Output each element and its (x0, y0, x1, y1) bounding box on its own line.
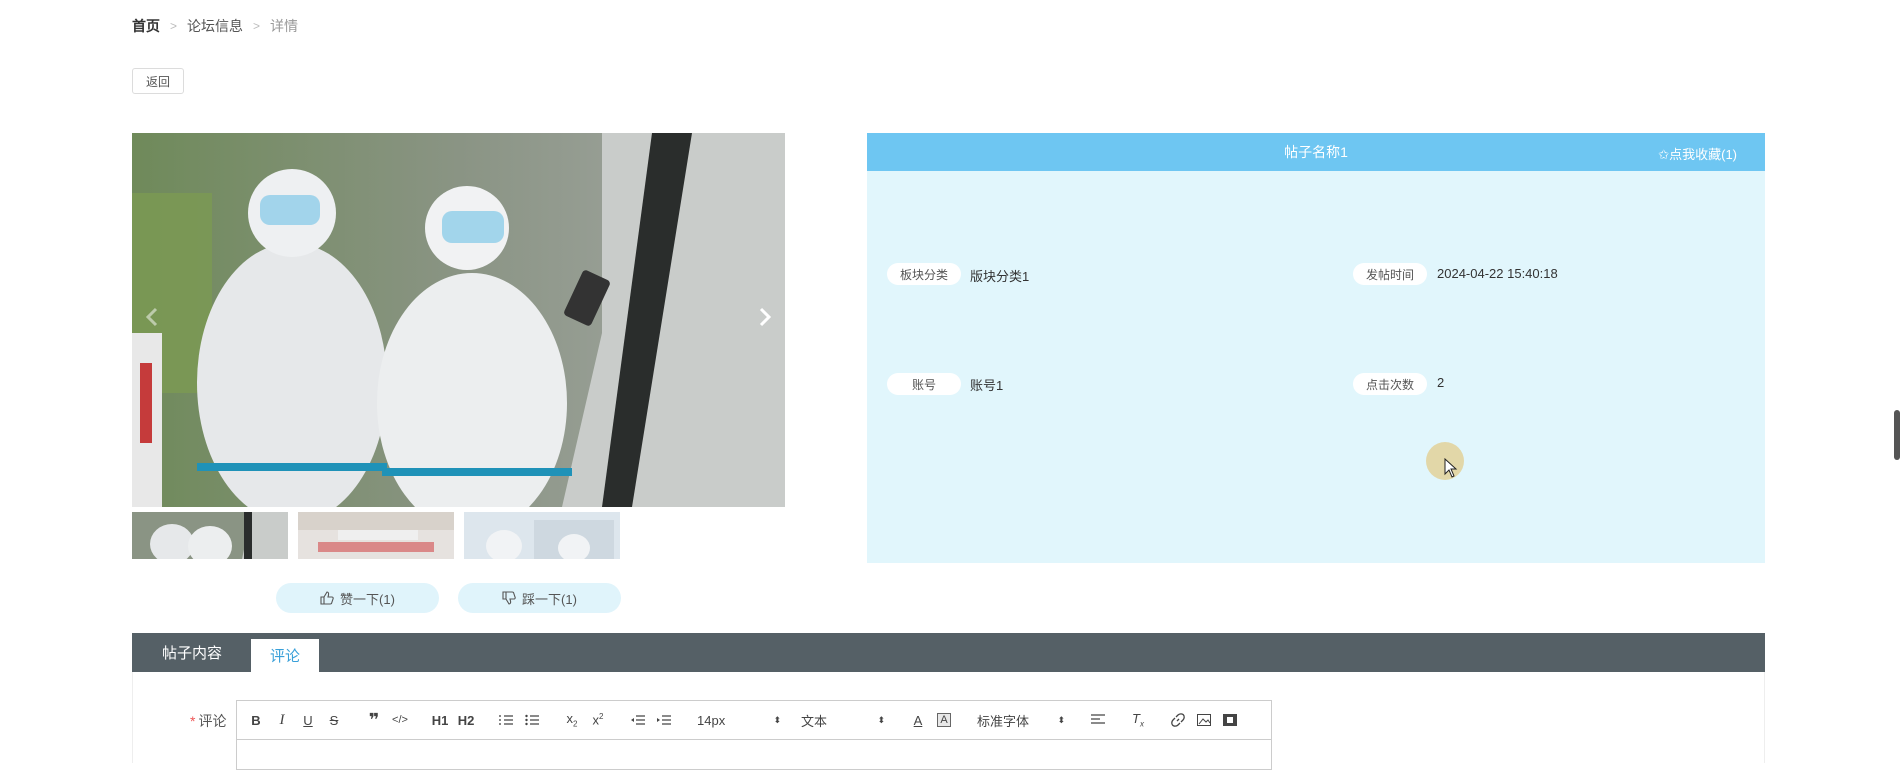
superscript-button[interactable]: x2 (585, 706, 611, 734)
carousel-thumbnails (132, 512, 620, 559)
panel-header: 帖子名称1 ✩点我收藏(1) (867, 133, 1765, 171)
thumbnail-image (464, 512, 620, 559)
clear-format-button[interactable]: Tx (1125, 706, 1151, 734)
outdent-button[interactable] (625, 706, 651, 734)
blockquote-button[interactable]: ❞ (361, 706, 387, 734)
like-label: 赞一下(1) (340, 591, 395, 607)
dislike-button[interactable]: 踩一下(1) (458, 583, 621, 613)
comment-field-label: * 评论 (190, 713, 227, 729)
font-color-button[interactable]: A (905, 706, 931, 734)
category-label: 板块分类 (887, 263, 961, 285)
select-arrows-icon: ⬍ (1057, 714, 1065, 725)
video-button[interactable] (1217, 706, 1243, 734)
chevron-left-icon (145, 307, 158, 327)
breadcrumb-home[interactable]: 首页 (132, 16, 160, 36)
align-left-icon (1091, 714, 1105, 724)
heading-2-icon: H2 (457, 712, 475, 728)
account-label: 账号 (887, 373, 961, 395)
image-button[interactable] (1191, 706, 1217, 734)
subscript-button[interactable]: x2 (559, 706, 585, 734)
post-title: 帖子名称1 (1284, 144, 1348, 160)
video-icon (1223, 714, 1237, 726)
thumbnail-2[interactable] (298, 512, 454, 559)
tab-comment[interactable]: 评论 (251, 639, 319, 672)
bullet-list-button[interactable] (519, 706, 545, 734)
clear-format-icon: Tx (1132, 711, 1144, 729)
font-size-select[interactable]: 14px ⬍ (691, 706, 787, 734)
like-button[interactable]: 赞一下(1) (276, 583, 439, 613)
thumbnail-3[interactable] (464, 512, 620, 559)
editor-toolbar: B I U S ❞ </> H1 H2 x2 x2 14px ⬍ 文本 ⬍ A … (236, 700, 1272, 740)
background-color-icon: A (937, 713, 951, 727)
superscript-icon: x2 (592, 712, 604, 728)
heading-2-button[interactable]: H2 (453, 706, 479, 734)
code-icon: </> (392, 714, 408, 726)
post-time-label: 发帖时间 (1353, 263, 1427, 285)
dislike-label: 踩一下(1) (522, 591, 577, 607)
font-size-value: 14px (697, 712, 726, 728)
collect-button[interactable]: ✩点我收藏(1) (1658, 144, 1737, 163)
breadcrumb: 首页 > 论坛信息 > 详情 (132, 16, 298, 36)
text-type-select[interactable]: 文本 ⬍ (795, 706, 891, 734)
code-block-button[interactable]: </> (387, 706, 413, 734)
carousel-next-arrow[interactable] (751, 303, 779, 331)
carousel-prev-arrow[interactable] (138, 303, 166, 331)
tab-post-content[interactable]: 帖子内容 (162, 633, 222, 672)
post-time-value: 2024-04-22 15:40:18 (1437, 266, 1558, 281)
align-button[interactable] (1085, 706, 1111, 734)
bullet-list-icon (525, 714, 539, 726)
select-arrows-icon: ⬍ (877, 714, 885, 725)
image-icon (1197, 714, 1211, 726)
ordered-list-icon (499, 715, 513, 725)
chevron-right-icon (759, 307, 772, 327)
required-mark: * (190, 713, 196, 729)
thumbnail-1[interactable] (132, 512, 288, 559)
bold-icon: B (251, 712, 261, 728)
heading-1-button[interactable]: H1 (427, 706, 453, 734)
underline-icon: U (303, 712, 313, 728)
ordered-list-button[interactable] (493, 706, 519, 734)
quote-icon: ❞ (368, 709, 380, 730)
scrollbar-thumb[interactable] (1894, 410, 1900, 460)
link-icon (1171, 713, 1185, 727)
click-count-label: 点击次数 (1353, 373, 1427, 395)
breadcrumb-separator: > (170, 19, 178, 33)
back-button[interactable]: 返回 (132, 68, 184, 94)
thumbs-down-icon (502, 591, 516, 605)
italic-icon: I (279, 711, 285, 728)
thumbnail-image (132, 512, 288, 559)
post-info-panel: 帖子名称1 ✩点我收藏(1) 板块分类 版块分类1 发帖时间 2024-04-2… (867, 133, 1765, 563)
underline-button[interactable]: U (295, 706, 321, 734)
image-carousel (132, 133, 785, 507)
outdent-icon (631, 715, 645, 725)
breadcrumb-separator: > (253, 19, 261, 33)
thumbs-up-icon (320, 591, 334, 605)
italic-button[interactable]: I (269, 706, 295, 734)
link-button[interactable] (1165, 706, 1191, 734)
subscript-icon: x2 (566, 711, 578, 729)
text-type-value: 文本 (801, 713, 828, 729)
account-value: 账号1 (970, 378, 1004, 393)
breadcrumb-current: 详情 (270, 18, 299, 34)
strikethrough-button[interactable]: S (321, 706, 347, 734)
carousel-image (132, 133, 785, 507)
mouse-pointer-icon (1444, 458, 1458, 478)
indent-icon (657, 715, 671, 725)
indent-button[interactable] (651, 706, 677, 734)
comment-editor[interactable] (236, 740, 1272, 770)
category-value: 版块分类1 (970, 269, 1030, 284)
select-arrows-icon: ⬍ (773, 714, 781, 725)
font-color-icon: A (913, 712, 923, 728)
font-family-select[interactable]: 标准字体 ⬍ (971, 706, 1071, 734)
strikethrough-icon: S (329, 712, 339, 728)
tab-bar: 帖子内容 评论 (132, 633, 1765, 672)
click-count-value: 2 (1437, 375, 1445, 390)
heading-1-icon: H1 (431, 712, 449, 728)
bold-button[interactable]: B (243, 706, 269, 734)
font-family-value: 标准字体 (977, 713, 1030, 729)
background-color-button[interactable]: A (931, 706, 957, 734)
thumbnail-image (298, 512, 454, 559)
breadcrumb-forum[interactable]: 论坛信息 (187, 16, 243, 36)
